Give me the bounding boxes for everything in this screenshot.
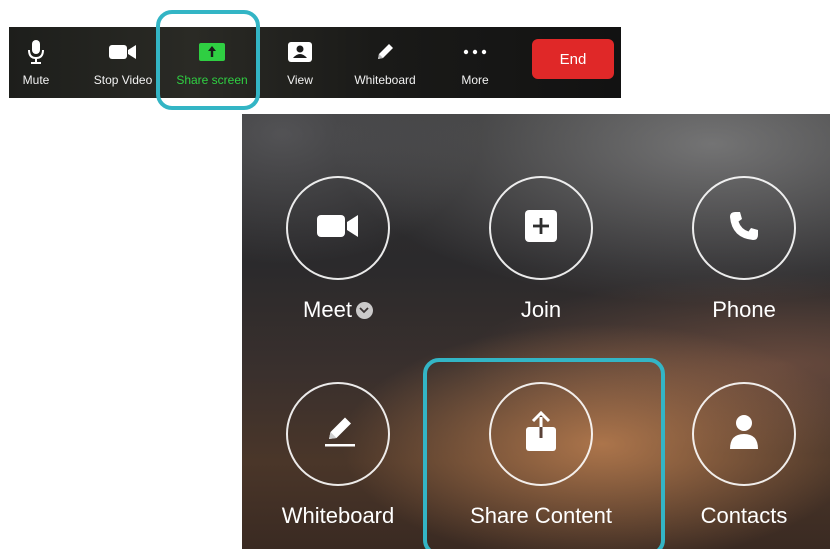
more-dots-icon (455, 39, 495, 65)
person-icon (729, 414, 759, 455)
meet-label: Meet (303, 297, 373, 323)
pencil-icon (365, 39, 405, 65)
view-icon (280, 39, 320, 65)
join-tile[interactable]: Join (466, 176, 616, 356)
whiteboard-label: Whiteboard (354, 73, 416, 87)
share-content-highlight (423, 358, 665, 549)
mute-label: Mute (22, 73, 50, 87)
whiteboard-label: Whiteboard (281, 503, 395, 528)
meet-tile[interactable]: Meet (263, 176, 413, 356)
phone-label: Phone (712, 297, 776, 322)
contacts-tile[interactable]: Contacts (669, 382, 819, 549)
end-meeting-button[interactable]: End (532, 39, 614, 79)
more-label: More (461, 73, 489, 87)
phone-icon (728, 210, 760, 247)
contacts-label: Contacts (700, 503, 788, 528)
whiteboard-circle[interactable] (286, 382, 390, 486)
stop-video-button[interactable]: Stop Video (92, 27, 154, 98)
share-screen-highlight (156, 10, 260, 110)
phone-circle[interactable] (692, 176, 796, 280)
meet-circle[interactable] (286, 176, 390, 280)
view-label: View (287, 73, 313, 87)
stop-video-label: Stop Video (93, 73, 153, 87)
chevron-down-icon[interactable] (355, 301, 373, 319)
phone-tile[interactable]: Phone (669, 176, 819, 356)
pencil-icon (318, 413, 358, 456)
video-camera-icon (103, 39, 143, 65)
whiteboard-button[interactable]: Whiteboard (350, 27, 420, 98)
meet-label-text: Meet (303, 297, 352, 322)
more-button[interactable]: More (458, 27, 492, 98)
mute-button[interactable]: Mute (19, 27, 53, 98)
meeting-toolbar: Mute Stop Video Share screen View Whiteb… (9, 27, 621, 98)
contacts-circle[interactable] (692, 382, 796, 486)
join-label: Join (520, 297, 562, 322)
microphone-icon (16, 39, 56, 65)
plus-icon (524, 209, 558, 248)
join-circle[interactable] (489, 176, 593, 280)
view-button[interactable]: View (285, 27, 315, 98)
video-camera-icon (316, 212, 360, 245)
home-panel: Meet Join Phone Whiteboard Share Content… (242, 114, 830, 549)
whiteboard-tile[interactable]: Whiteboard (263, 382, 413, 549)
